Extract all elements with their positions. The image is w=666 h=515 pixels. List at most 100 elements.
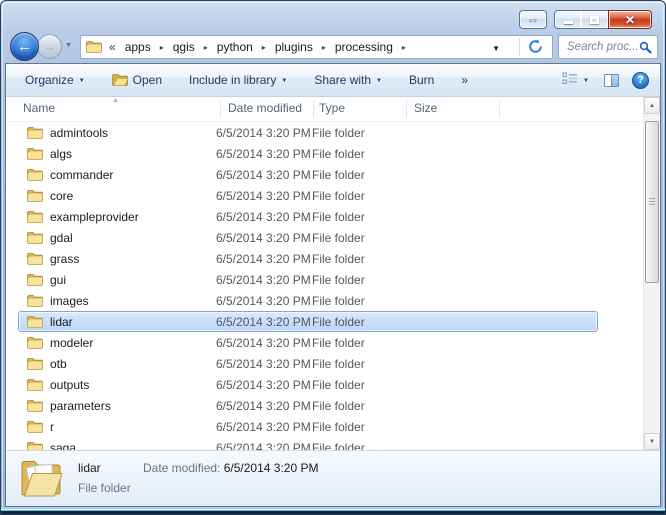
file-row[interactable]: algs 6/5/2014 3:20 PM File folder [18, 143, 598, 164]
search-box [558, 35, 658, 59]
file-row-name-cell: exampleprovider [19, 210, 216, 224]
column-header-size[interactable]: Size [414, 101, 437, 115]
open-folder-icon [112, 74, 128, 86]
details-date-value: 6/5/2014 3:20 PM [224, 461, 319, 475]
breadcrumb-item[interactable]: processing ▸ [330, 38, 410, 56]
file-name: algs [50, 147, 72, 161]
breadcrumb-overflow-chevron[interactable]: « [109, 40, 116, 54]
flip-window-button[interactable]: ⇔ [519, 10, 547, 29]
address-dropdown-button[interactable]: ▼ [492, 44, 500, 53]
file-row-name-cell: parameters [19, 399, 216, 413]
toolbar-dropdown-caret-icon: ▼ [376, 78, 382, 84]
scroll-down-icon: ▼ [649, 439, 655, 445]
file-date-modified: 6/5/2014 3:20 PM [216, 399, 312, 413]
column-separator[interactable] [406, 100, 407, 118]
file-row[interactable]: modeler 6/5/2014 3:20 PM File folder [18, 332, 598, 353]
toolbar-item[interactable]: Burn [400, 69, 443, 91]
breadcrumb-item[interactable]: python ▸ [212, 38, 270, 56]
folder-icon [27, 316, 43, 328]
folder-icon [27, 358, 43, 370]
preview-pane-button[interactable] [601, 71, 622, 90]
minimize-button[interactable] [554, 10, 582, 29]
toolbar-item[interactable]: Include in library ▼ [180, 69, 296, 91]
file-row-name-cell: r [19, 420, 216, 434]
file-row[interactable]: grass 6/5/2014 3:20 PM File folder [18, 248, 598, 269]
file-row-name-cell: admintools [19, 126, 216, 140]
column-separator[interactable] [313, 100, 314, 118]
file-row[interactable]: outputs 6/5/2014 3:20 PM File folder [18, 374, 598, 395]
address-folder-icon [86, 41, 102, 53]
file-row-name-cell: images [19, 294, 216, 308]
change-view-button[interactable]: ▼ [557, 68, 594, 92]
file-name: modeler [50, 336, 93, 350]
file-row-name-cell: otb [19, 357, 216, 371]
vertical-scrollbar[interactable]: ▲ ▼ [643, 97, 660, 450]
breadcrumb-separator-icon[interactable]: ▸ [156, 43, 168, 52]
search-input[interactable] [559, 41, 639, 53]
toolbar-item[interactable]: Open [103, 69, 171, 91]
breadcrumb-item[interactable]: apps ▸ [120, 38, 168, 56]
column-separator[interactable] [499, 100, 500, 118]
file-row-name-cell: grass [19, 252, 216, 266]
refresh-button[interactable] [522, 39, 548, 57]
file-type: File folder [312, 252, 407, 266]
details-selected-name: lidar [78, 461, 101, 475]
file-row[interactable]: saga 6/5/2014 3:20 PM File folder [18, 437, 598, 450]
toolbar-item-label: » [461, 73, 468, 87]
folder-icon [27, 379, 43, 391]
scroll-up-button[interactable]: ▲ [644, 97, 660, 114]
file-row[interactable]: r 6/5/2014 3:20 PM File folder [18, 416, 598, 437]
back-button[interactable]: ← [10, 32, 39, 61]
scroll-down-button[interactable]: ▼ [644, 433, 660, 450]
breadcrumb-item[interactable]: plugins ▸ [270, 38, 330, 56]
column-header-name[interactable]: Name [23, 101, 55, 115]
flip-icon: ⇔ [527, 12, 540, 27]
help-button[interactable]: ? [629, 69, 652, 92]
file-row[interactable]: parameters 6/5/2014 3:20 PM File folder [18, 395, 598, 416]
file-type: File folder [312, 399, 407, 413]
breadcrumb-item[interactable]: qgis ▸ [168, 38, 212, 56]
file-row[interactable]: lidar 6/5/2014 3:20 PM File folder [18, 311, 598, 332]
close-button[interactable]: ✕ [608, 10, 652, 29]
file-type: File folder [312, 147, 407, 161]
folder-icon [27, 421, 43, 433]
file-name: otb [50, 357, 67, 371]
folder-icon [27, 232, 43, 244]
file-name: gdal [50, 231, 73, 245]
breadcrumb-separator-icon[interactable]: ▸ [398, 43, 410, 52]
details-type: File folder [78, 481, 131, 495]
toolbar-item[interactable]: » [452, 69, 477, 91]
address-bar[interactable]: « apps ▸ qgis ▸ python ▸ plugins ▸ proce… [80, 35, 553, 59]
back-arrow-icon: ← [17, 38, 32, 55]
file-name: parameters [50, 399, 111, 413]
file-row[interactable]: admintools 6/5/2014 3:20 PM File folder [18, 122, 598, 143]
breadcrumb-separator-icon[interactable]: ▸ [200, 43, 212, 52]
file-row[interactable]: commander 6/5/2014 3:20 PM File folder [18, 164, 598, 185]
toolbar-dropdown-caret-icon: ▼ [79, 78, 85, 84]
breadcrumb-separator-icon[interactable]: ▸ [318, 43, 330, 52]
file-date-modified: 6/5/2014 3:20 PM [216, 252, 312, 266]
toolbar-item-label: Burn [409, 73, 434, 87]
file-row[interactable]: gdal 6/5/2014 3:20 PM File folder [18, 227, 598, 248]
forward-button[interactable]: → [37, 34, 62, 59]
column-header-type[interactable]: Type [319, 101, 345, 115]
file-row[interactable]: gui 6/5/2014 3:20 PM File folder [18, 269, 598, 290]
toolbar-item[interactable]: Share with ▼ [305, 69, 391, 91]
search-icon[interactable] [639, 41, 652, 54]
history-dropdown-button[interactable]: ▼ [65, 42, 72, 49]
column-header-date-modified[interactable]: Date modified [228, 101, 302, 115]
file-row[interactable]: core 6/5/2014 3:20 PM File folder [18, 185, 598, 206]
scrollbar-thumb[interactable] [645, 121, 659, 283]
navigation-bar: ← → ▼ « apps ▸ qgis ▸ python ▸ plugins ▸ [1, 31, 665, 64]
breadcrumb-separator-icon[interactable]: ▸ [258, 43, 270, 52]
breadcrumb-item-label: plugins [270, 38, 318, 56]
column-separator[interactable] [220, 100, 221, 118]
breadcrumb: apps ▸ qgis ▸ python ▸ plugins ▸ process… [120, 38, 410, 56]
file-row[interactable]: images 6/5/2014 3:20 PM File folder [18, 290, 598, 311]
maximize-button[interactable] [581, 10, 609, 29]
file-row[interactable]: otb 6/5/2014 3:20 PM File folder [18, 353, 598, 374]
file-date-modified: 6/5/2014 3:20 PM [216, 294, 312, 308]
toolbar-item[interactable]: Organize ▼ [16, 69, 94, 91]
file-type: File folder [312, 231, 407, 245]
file-row[interactable]: exampleprovider 6/5/2014 3:20 PM File fo… [18, 206, 598, 227]
